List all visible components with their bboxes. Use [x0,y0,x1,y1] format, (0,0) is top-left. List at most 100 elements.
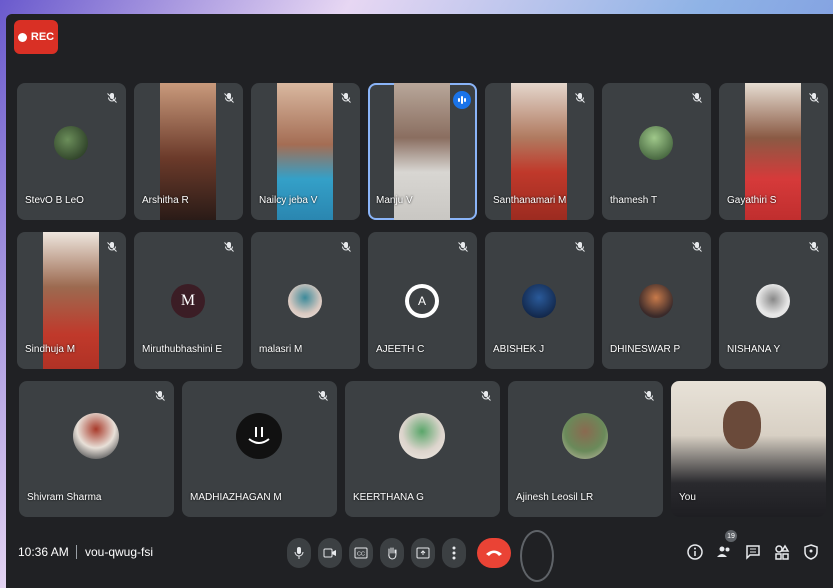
participant-name: NISHANA Y [727,344,781,355]
participant-tile[interactable]: KEERTHANA G [345,381,500,517]
avatar [522,284,556,318]
end-call-icon [486,550,502,556]
recording-label: REC [30,31,55,43]
people-count-badge: 19 [725,530,737,542]
participant-tile[interactable]: DHINESWAR P [602,232,711,369]
mic-off-icon [458,242,468,252]
svg-text:CC: CC [357,552,365,558]
mic-off-icon [575,242,585,252]
participant-tile[interactable]: thamesh T [602,83,711,220]
meeting-time: 10:36 AM [18,545,69,559]
participant-name: DHINESWAR P [610,344,681,355]
participant-name: KEERTHANA G [353,492,424,503]
participant-name: Arshitha R [142,195,189,206]
info-icon [687,544,703,560]
speaking-indicator-icon [453,91,471,109]
mic-off-icon [318,391,328,401]
mic-off-icon [341,242,351,252]
avatar [288,284,322,318]
participant-tile[interactable]: MADHIAZHAGAN M [182,381,337,517]
mic-off-icon [107,93,117,103]
participant-name: Santhanamari M [493,195,567,206]
participant-name: Nailcy jeba V [259,195,318,206]
participant-name: Miruthubhashini E [142,344,223,355]
self-view-tile[interactable]: You [671,381,826,517]
people-icon [717,546,730,557]
avatar [54,126,88,160]
cursor-ring [520,530,554,582]
participant-tile-active-speaker[interactable]: Manju V [368,83,477,220]
camera-icon [323,548,336,558]
mic-off-icon [809,93,819,103]
chat-button[interactable] [744,543,762,561]
present-icon [416,547,430,559]
mic-off-icon [341,93,351,103]
mic-off-icon [107,242,117,252]
participant-tile[interactable]: A AJEETH C [368,232,477,369]
chat-icon [746,545,760,560]
mic-off-icon [224,93,234,103]
more-options-button[interactable] [442,538,466,568]
participant-tile[interactable]: malasri M [251,232,360,369]
leave-call-button[interactable] [477,538,511,568]
mic-off-icon [481,391,491,401]
host-controls-button[interactable] [802,543,820,561]
participant-name: Gayathiri S [727,195,777,206]
meeting-code[interactable]: vou-qwug-fsi [76,545,153,559]
participant-tile[interactable]: ABISHEK J [485,232,594,369]
mic-off-icon [692,242,702,252]
participant-tile[interactable]: Santhanamari M [485,83,594,220]
participant-tile[interactable]: Arshitha R [134,83,243,220]
captions-icon: CC [354,547,368,559]
avatar [639,126,673,160]
hand-icon [388,547,397,560]
participant-tile[interactable]: Gayathiri S [719,83,828,220]
participant-tile[interactable]: Ajinesh Leosil LR [508,381,663,517]
avatar: A [405,284,439,318]
raise-hand-button[interactable] [380,538,404,568]
avatar [639,284,673,318]
present-screen-button[interactable] [411,538,435,568]
participant-name: StevO B LeO [25,195,84,206]
avatar [399,413,445,459]
mic-toggle-button[interactable] [287,538,311,568]
mic-off-icon [809,242,819,252]
shield-icon [804,544,818,560]
participant-name: ABISHEK J [493,344,545,355]
avatar [562,413,608,459]
participant-tile[interactable]: StevO B LeO [17,83,126,220]
mic-off-icon [692,93,702,103]
participant-tile[interactable]: M Miruthubhashini E [134,232,243,369]
recording-badge: REC [14,20,58,54]
participant-name: Manju V [376,195,413,206]
participant-name: AJEETH C [376,344,425,355]
participant-tile[interactable]: Nailcy jeba V [251,83,360,220]
avatar [73,413,119,459]
shapes-icon [775,544,790,560]
avatar-initial: M [171,284,205,318]
mic-off-icon [224,242,234,252]
participant-name: Ajinesh Leosil LR [516,492,594,503]
people-button[interactable] [715,543,733,561]
self-video-face [723,401,761,449]
camera-toggle-button[interactable] [318,538,342,568]
mic-off-icon [644,391,654,401]
participant-tile[interactable]: NISHANA Y [719,232,828,369]
mic-off-icon [575,93,585,103]
record-dot-icon [17,32,27,42]
participant-tile[interactable]: Shivram Sharma [19,381,174,517]
participant-name: You [679,492,696,503]
activities-button[interactable] [773,543,791,561]
participant-name: MADHIAZHAGAN M [190,492,282,503]
avatar [756,284,790,318]
participant-name: thamesh T [610,195,658,206]
microphone-icon [294,547,304,559]
avatar-initial: A [409,288,435,314]
captions-button[interactable]: CC [349,538,373,568]
participant-name: Sindhuja M [25,344,76,355]
participant-tile[interactable]: Sindhuja M [17,232,126,369]
mic-off-icon [155,391,165,401]
meeting-details-button[interactable] [686,543,704,561]
participant-name: malasri M [259,344,303,355]
participant-name: Shivram Sharma [27,492,102,503]
